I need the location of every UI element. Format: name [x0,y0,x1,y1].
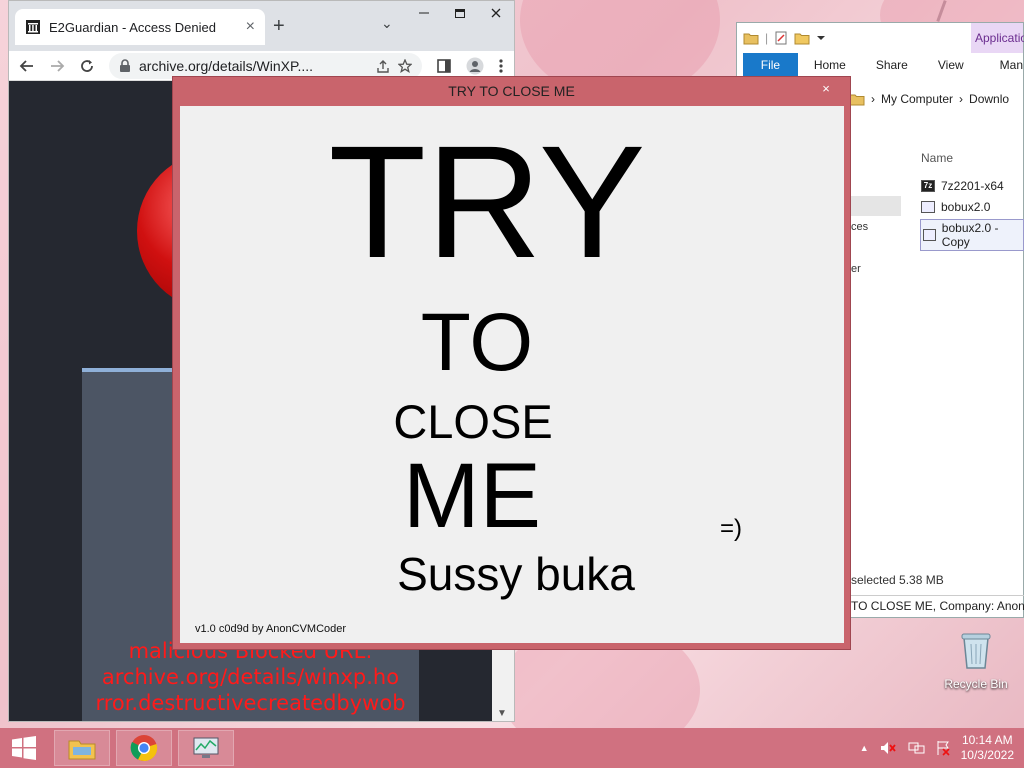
file-row[interactable]: 7z 7z2201-x64 [921,179,1004,193]
window-close-button[interactable]: × [816,79,836,99]
nav-pane-item[interactable]: er [851,263,861,275]
explorer-ribbon: File Home Share View Man [737,53,1023,77]
clock-time: 10:14 AM [961,733,1013,747]
breadcrumb-downloads[interactable]: Downlo [969,92,1009,106]
bookmark-star-icon[interactable] [398,58,412,73]
forward-arrow-icon[interactable] [49,58,65,74]
blocked-reason-line-4: rror.destructivecreatedbywob [95,691,406,715]
tab-search-button[interactable]: ⌄ [381,15,393,32]
performance-monitor-icon [193,737,219,758]
nav-pane-selection [851,196,901,216]
side-panel-icon[interactable] [436,58,452,74]
file-name: bobux2.0 - Copy [941,221,999,249]
taskbar-file-explorer[interactable] [54,730,110,766]
file-name: bobux2.0 [941,200,991,214]
7z-archive-icon: 7z [921,180,935,192]
back-arrow-icon[interactable] [19,58,35,74]
blocked-reason-line-3: archive.org/details/winxp.ho [101,665,400,689]
application-tools-tab[interactable]: Applicatio [971,23,1024,53]
ribbon-share-tab[interactable]: Share [876,58,908,72]
taskbar: ▲ 10:14 AM 10/3/2022 [0,728,1024,768]
clock-date: 10/3/2022 [960,748,1014,762]
menu-dots-icon[interactable] [498,58,504,74]
breadcrumb-separator-icon: › [959,92,964,106]
breadcrumb-separator-icon: › [871,92,875,106]
file-row-selected[interactable]: bobux2.0 - Copy [920,219,1024,251]
column-header-name[interactable]: Name [921,151,953,165]
system-tray: ▲ 10:14 AM 10/3/2022 [860,728,1024,768]
browser-tab-strip: E2Guardian - Access Denied × + ⌄ [9,1,514,51]
lock-icon [120,58,130,72]
headline-me: ME [403,445,541,547]
explorer-address-bar[interactable]: › My Computer › Downlo [849,87,1024,111]
try-to-close-me-window: TRY TO CLOSE ME × TRY TO CLOSE ME Sussy … [172,76,851,650]
quick-access-dropdown-icon[interactable] [816,33,826,43]
show-hidden-icons-button[interactable]: ▲ [860,743,869,753]
window-body: TRY TO CLOSE ME Sussy buka =) v1.0 c0d9d… [180,106,844,643]
new-folder-icon[interactable] [794,31,810,45]
recycle-bin-label: Recycle Bin [944,677,1008,691]
toolbar-divider: | [765,31,769,45]
reload-icon[interactable] [79,58,95,74]
clock[interactable]: 10:14 AM 10/3/2022 [961,733,1014,763]
browser-tab-title: E2Guardian - Access Denied [49,19,216,35]
folder-icon [743,33,759,45]
browser-tab[interactable]: E2Guardian - Access Denied × [15,9,265,45]
ribbon-view-tab[interactable]: View [938,58,964,72]
share-icon[interactable] [376,59,390,73]
version-label: v1.0 c0d9d by AnonCVMCoder [195,623,347,635]
taskbar-chrome[interactable] [116,730,172,766]
window-title: TRY TO CLOSE ME [448,83,575,99]
restore-icon [455,9,465,18]
file-name: 7z2201-x64 [941,179,1004,193]
new-tab-button[interactable]: + [273,15,285,38]
file-explorer-icon [68,740,96,760]
url-text: archive.org/details/WinXP.... [139,57,314,74]
tab-close-icon[interactable]: × [246,18,255,36]
details-pane-text: TO CLOSE ME, Company: AnonC [851,595,1024,619]
recycle-bin-shortcut[interactable]: Recycle Bin [940,630,1012,691]
minimize-button[interactable] [406,1,442,25]
file-row[interactable]: bobux2.0 [921,200,990,214]
scroll-down-icon[interactable]: ▼ [497,708,507,719]
properties-icon[interactable] [774,31,788,45]
action-center-flag-icon[interactable] [935,740,951,756]
address-bar[interactable]: archive.org/details/WinXP.... [109,52,422,79]
recycle-bin-icon [961,633,991,669]
close-icon [491,8,501,18]
ribbon-manage-tab[interactable]: Man [1000,58,1023,72]
browser-window-controls [406,1,514,25]
start-button[interactable] [0,728,48,768]
network-icon[interactable] [907,740,925,756]
subline-text: Sussy buka [397,548,635,600]
executable-icon [921,201,935,213]
maximize-button[interactable] [442,1,478,25]
executable-icon [923,229,936,241]
headline-close: CLOSE [393,395,553,448]
volume-muted-icon[interactable] [879,740,897,756]
explorer-quick-access-bar: | Applicatio [737,23,1024,53]
headline-try: TRY [328,112,646,291]
minimize-icon [419,12,429,14]
headline-to: TO [420,297,534,388]
close-window-button[interactable] [478,1,514,25]
profile-avatar-icon[interactable] [466,57,484,75]
ribbon-file-tab[interactable]: File [743,53,798,77]
archive-favicon-icon [26,20,40,34]
ribbon-home-tab[interactable]: Home [814,58,846,72]
chrome-icon [130,735,158,762]
windows-logo-icon [12,736,36,760]
breadcrumb-my-computer[interactable]: My Computer [881,92,953,106]
status-bar-text: selected 5.38 MB [851,573,944,587]
taskbar-monitor-app[interactable] [178,730,234,766]
smiley-text: =) [720,515,743,542]
computer-folder-icon [849,94,865,106]
nav-pane-item[interactable]: ces [851,221,868,233]
